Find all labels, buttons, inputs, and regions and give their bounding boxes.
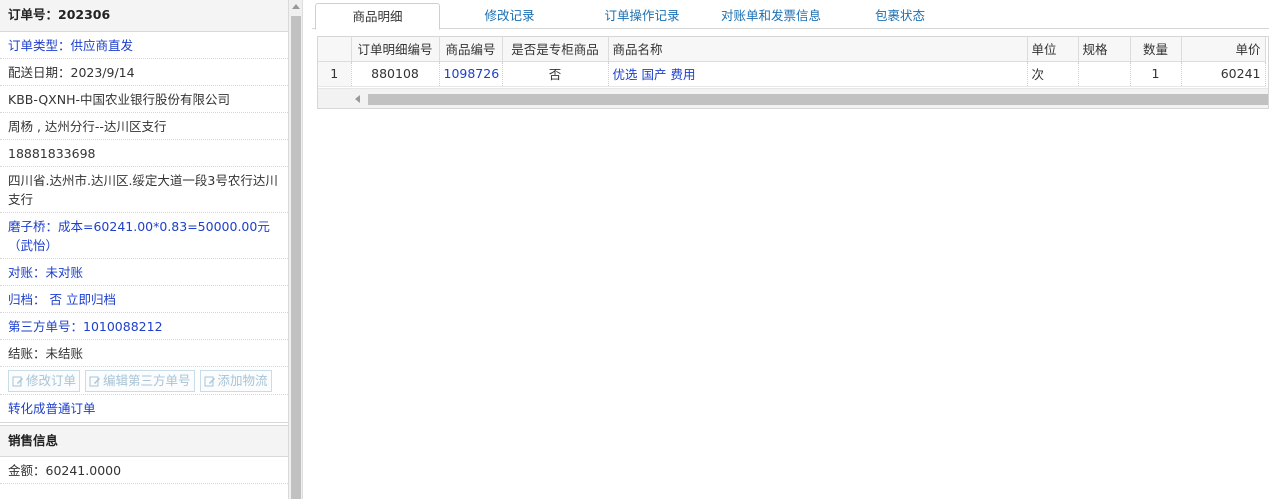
archive-status[interactable]: 归档： 否 立即归档 [0, 286, 288, 313]
customer-company: KBB-QXNH-中国农业银行股份有限公司 [0, 86, 288, 113]
col-header-quantity[interactable]: 数量 [1130, 37, 1182, 62]
cell-detail-number: 880108 [351, 61, 440, 87]
tab-statement-invoice[interactable]: 对账单和发票信息 [712, 3, 830, 30]
col-header-product-number[interactable]: 商品编号 [439, 37, 503, 62]
delivery-date: 配送日期：2023/9/14 [0, 59, 288, 86]
table-header-row: 订单明细编号 商品编号 是否是专柜商品 商品名称 单位 规格 数量 单价 [318, 37, 1266, 62]
col-header-counter-product[interactable]: 是否是专柜商品 [502, 37, 609, 62]
add-logistics-button[interactable]: 添加物流 [199, 369, 272, 392]
edit-third-party-label: 编辑第三方单号 [103, 372, 191, 388]
contact-branch: 周杨 , 达州分行--达川区支行 [0, 113, 288, 140]
convert-to-normal-order-link[interactable]: 转化成普通订单 [0, 395, 288, 423]
col-header-product-name[interactable]: 商品名称 [608, 37, 1028, 62]
order-number-header: 订单号：202306 [0, 0, 288, 32]
modify-order-label: 修改订单 [26, 372, 77, 388]
col-header-detail-number[interactable]: 订单明细编号 [351, 37, 440, 62]
cost-info: 磨子桥：成本=60241.00*0.83=50000.00元（武怡） [0, 213, 288, 259]
tab-product-details[interactable]: 商品明细 [315, 3, 440, 30]
cell-unit: 次 [1027, 61, 1079, 87]
table-row[interactable]: 1 880108 1098726 否 优选 国产 费用 次 1 60241 [318, 61, 1266, 87]
cell-spec [1078, 61, 1131, 87]
horizontal-scrollbar[interactable] [318, 88, 1268, 108]
panel-scrollbar[interactable] [289, 0, 303, 499]
col-header-unit-price[interactable]: 单价 [1181, 37, 1266, 62]
col-header-index [318, 37, 352, 62]
cell-quantity: 1 [1130, 61, 1182, 87]
order-info-panel: 订单号：202306 订单类型：供应商直发 配送日期：2023/9/14 KBB… [0, 0, 289, 499]
delivery-address: 四川省.达州市.达川区.绥定大道一段3号农行达川支行 [0, 167, 288, 213]
horizontal-scroll-thumb[interactable] [368, 94, 1268, 105]
third-party-number[interactable]: 第三方单号：1010088212 [0, 313, 288, 340]
add-logistics-label: 添加物流 [217, 372, 268, 388]
detail-area: 商品明细 修改记录 订单操作记录 对账单和发票信息 包裹状态 订单明细编号 商品… [312, 0, 1269, 499]
edit-icon [89, 376, 101, 386]
col-header-unit[interactable]: 单位 [1027, 37, 1079, 62]
order-type: 订单类型：供应商直发 [0, 32, 288, 59]
order-number-label: 订单号： [8, 7, 59, 22]
scroll-up-arrow-icon[interactable] [292, 4, 300, 9]
cell-product-name-link[interactable]: 优选 国产 费用 [608, 61, 1028, 87]
tab-package-status[interactable]: 包裹状态 [860, 3, 940, 30]
col-header-spec[interactable]: 规格 [1078, 37, 1131, 62]
modify-order-button[interactable]: 修改订单 [8, 369, 81, 392]
sales-info-header: 销售信息 [0, 425, 288, 457]
cell-counter-product: 否 [502, 61, 609, 87]
sales-amount: 金额：60241.0000 [0, 457, 288, 484]
order-number-value: 202306 [58, 7, 111, 22]
product-grid: 订单明细编号 商品编号 是否是专柜商品 商品名称 单位 规格 数量 单价 1 8… [317, 36, 1269, 109]
cell-unit-price: 60241 [1181, 61, 1266, 87]
order-action-buttons: 修改订单 编辑第三方单号 添加物流 [0, 367, 288, 395]
scroll-left-arrow-icon[interactable] [355, 95, 360, 103]
edit-icon [12, 376, 23, 386]
scroll-thumb[interactable] [291, 16, 301, 499]
contact-phone: 18881833698 [0, 140, 288, 167]
product-table: 订单明细编号 商品编号 是否是专柜商品 商品名称 单位 规格 数量 单价 1 8… [318, 37, 1266, 87]
tab-bar: 商品明细 修改记录 订单操作记录 对账单和发票信息 包裹状态 [312, 0, 1269, 30]
edit-third-party-button[interactable]: 编辑第三方单号 [85, 369, 195, 392]
row-index: 1 [318, 61, 352, 87]
cell-product-number-link[interactable]: 1098726 [439, 61, 503, 87]
edit-icon [204, 376, 215, 386]
tab-modification-log[interactable]: 修改记录 [462, 3, 557, 30]
tab-order-operation-log[interactable]: 订单操作记录 [592, 3, 692, 30]
reconciliation-status[interactable]: 对账：未对账 [0, 259, 288, 286]
settlement-status: 结账：未结账 [0, 340, 288, 367]
